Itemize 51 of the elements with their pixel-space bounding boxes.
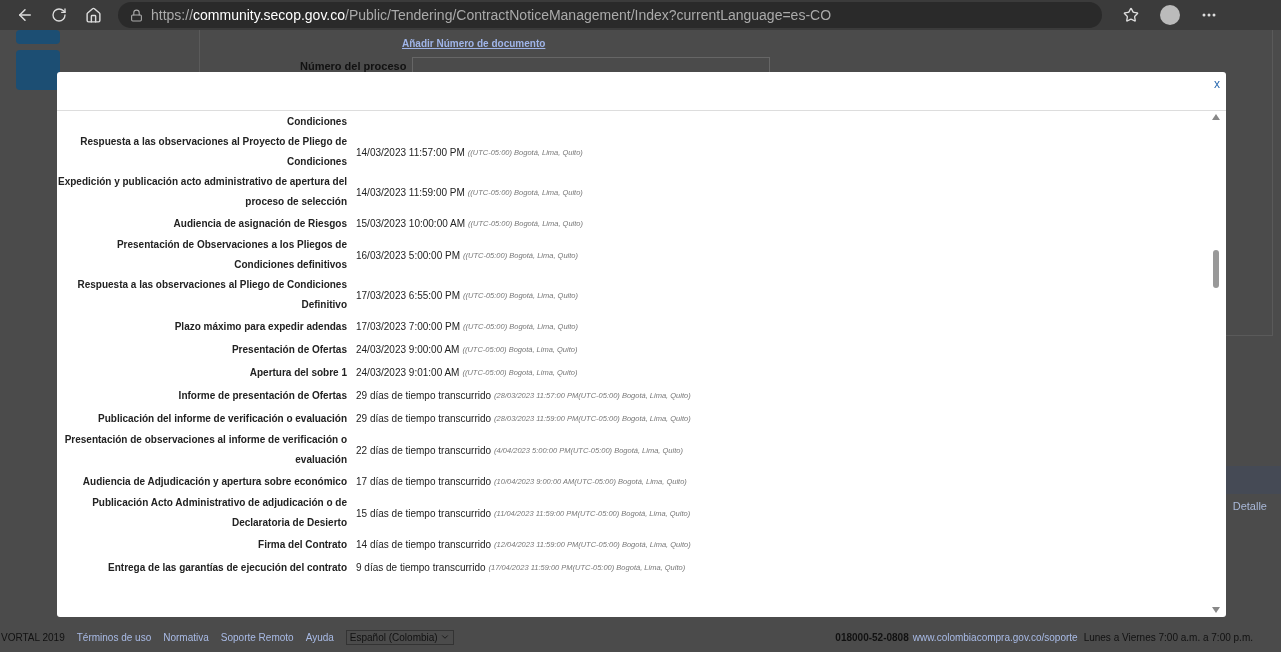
address-bar[interactable]: https://community.secop.gov.co/Public/Tendering/ContractNoticeManagement/Index?currentLanguage=es-CO — [118, 2, 1102, 28]
profile-avatar[interactable] — [1160, 5, 1180, 25]
reload-icon — [51, 7, 67, 23]
lock-icon — [130, 8, 143, 22]
date-label: Publicación del informe de verificación o evaluación — [97, 411, 347, 426]
field-label: Número del proceso — [300, 60, 407, 72]
date-label: Entrega de las garantías de ejecución del contrato — [107, 560, 347, 575]
date-value: 9 días de tiempo transcurrido — [356, 562, 486, 573]
date-label: Presentación de Observaciones a los Pliegos de Condiciones definitivos — [115, 238, 347, 272]
date-value: 17/03/2023 6:55:00 PM — [356, 289, 460, 301]
detail-link[interactable]: Detalle — [1232, 500, 1267, 512]
date-label: Respuesta a las observaciones al Proyecto de Pliego de Condiciones — [79, 135, 347, 169]
back-icon — [16, 6, 34, 24]
add-document-link[interactable]: Añadir Número de documento — [402, 38, 546, 49]
date-label: Presentación de Ofertas — [230, 342, 347, 357]
date-value: 17/03/2023 7:00:00 PM — [356, 321, 460, 332]
date-value: 29 días de tiempo transcurrido — [356, 413, 492, 424]
date-value: 17 días de tiempo transcurrido — [356, 476, 492, 487]
close-button[interactable]: x — [1214, 72, 1226, 91]
date-label: Plazo máximo para expedir adendas — [173, 319, 347, 334]
phone-number: 018000-52-0808 — [835, 631, 909, 643]
star-icon — [1123, 7, 1139, 23]
date-value: 16/03/2023 5:00:00 PM — [356, 249, 460, 261]
copyright-text: VORTAL 2019 — [1, 631, 65, 643]
date-value: 29 días de tiempo transcurrido — [356, 390, 492, 401]
date-label: Audiencia de Adjudicación y apertura sobre económico — [81, 474, 347, 489]
date-label: Condiciones — [286, 115, 347, 129]
date-label: Respuesta a las observaciones al Pliego de Condiciones Definitivo — [76, 278, 347, 312]
date-value: 14 días de tiempo transcurrido — [356, 539, 492, 550]
date-label: Publicación Acto Administrativo de adjudicación o de Declaratoria de Desierto — [91, 496, 347, 530]
date-label: Firma del Contrato — [257, 537, 347, 552]
date-value: 24/03/2023 9:00:00 AM — [356, 344, 460, 355]
chevron-down-icon — [439, 632, 450, 642]
home-icon — [84, 6, 102, 24]
date-label: Audiencia de asignación de Riesgos — [172, 216, 347, 231]
more-icon — [1202, 13, 1216, 17]
date-value: 22 días de tiempo transcurrido — [356, 444, 492, 456]
support-link[interactable]: www.colombiacompra.gov.co/soporte — [912, 631, 1078, 643]
date-value: 15/03/2023 10:00:00 AM — [356, 218, 465, 229]
date-value: 14/03/2023 11:59:00 PM — [356, 186, 465, 198]
footer-link[interactable]: Soporte Remoto — [220, 631, 294, 643]
date-label: Expedición y publicación acto administrativo de apertura del proceso de selección — [57, 175, 347, 209]
date-value: 15 días de tiempo transcurrido — [356, 507, 492, 519]
date-value: 14/03/2023 11:57:00 PM — [356, 146, 465, 158]
date-label: Presentación de observaciones al informe de verificación o evaluación — [63, 433, 347, 467]
date-label: Apertura del sobre 1 — [248, 365, 347, 380]
footer-link[interactable]: Ayuda — [305, 631, 334, 643]
date-label: Informe de presentación de Ofertas — [177, 388, 347, 403]
footer-link[interactable]: Normativa — [163, 631, 209, 643]
date-value: 24/03/2023 9:01:00 AM — [356, 367, 460, 378]
footer-link[interactable]: Términos de uso — [76, 631, 152, 643]
